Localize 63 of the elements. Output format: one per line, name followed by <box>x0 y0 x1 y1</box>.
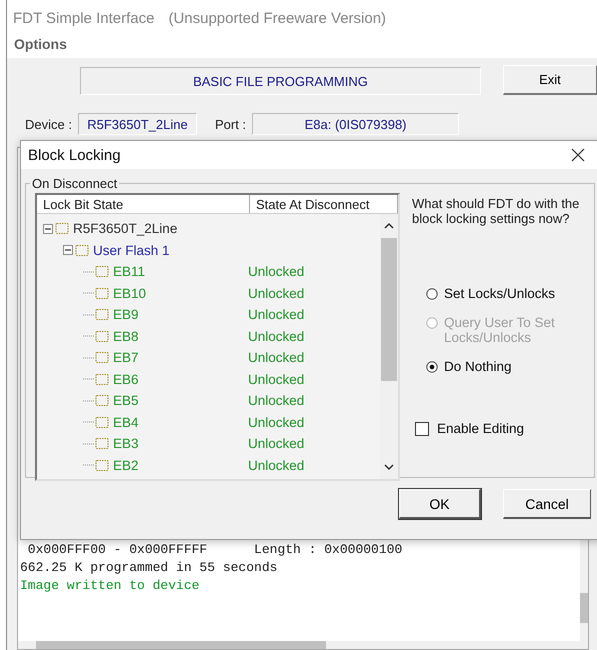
radio-option[interactable]: Do Nothing <box>426 359 576 374</box>
lock-state: Unlocked <box>248 286 304 301</box>
lock-state: Unlocked <box>248 436 304 452</box>
cancel-button[interactable]: Cancel <box>503 489 591 519</box>
menu-item[interactable]: Options <box>13 36 68 52</box>
tree-node-label[interactable]: EB3 <box>113 436 139 452</box>
tree-node-label[interactable]: R5F3650T_2Line <box>73 221 178 236</box>
device-field: R5F3650T_2Line <box>78 113 197 135</box>
scroll-up-icon[interactable] <box>384 222 394 230</box>
column-header[interactable]: Lock Bit State <box>37 195 250 213</box>
group-label: On Disconnect <box>31 176 118 191</box>
lock-state: Unlocked <box>248 393 304 408</box>
block-icon <box>95 265 109 278</box>
tree-node-label[interactable]: User Flash 1 <box>93 242 170 258</box>
mode-banner: BASIC FILE PROGRAMMING <box>80 67 481 95</box>
lock-state: Unlocked <box>248 372 304 387</box>
window-title: FDT Simple Interface <box>13 10 154 26</box>
exit-button[interactable]: Exit <box>502 65 597 95</box>
tree-node-label[interactable]: EB5 <box>113 393 139 408</box>
lock-state: Unlocked <box>248 458 304 473</box>
lock-state: Unlocked <box>248 350 304 366</box>
block-icon <box>95 416 109 429</box>
block-icon <box>75 244 89 257</box>
enable-editing-checkbox[interactable]: Enable Editing <box>415 421 592 436</box>
block-icon <box>95 286 109 300</box>
tree-node-label[interactable]: EB4 <box>113 414 139 430</box>
block-icon <box>95 330 109 343</box>
dialog-title: Block Locking <box>28 146 121 164</box>
block-icon <box>95 458 109 472</box>
block-icon <box>95 308 109 322</box>
block-icon <box>95 394 109 408</box>
port-field: E8a: (0IS079398) <box>252 113 460 135</box>
block-icon <box>55 222 69 236</box>
collapse-icon[interactable] <box>63 245 73 256</box>
tree-node-label[interactable]: EB6 <box>113 372 139 387</box>
lock-state: Unlocked <box>248 307 304 322</box>
tree-node-label[interactable]: EB2 <box>113 458 139 473</box>
lock-state: Unlocked <box>248 328 304 344</box>
radio-icon[interactable] <box>426 361 438 373</box>
radio-option[interactable]: Set Locks/Unlocks <box>426 286 576 301</box>
tree-node-label[interactable]: EB11 <box>113 264 146 280</box>
ok-button[interactable]: OK <box>399 489 481 519</box>
window-subtitle: (Unsupported Freeware Version) <box>168 10 386 26</box>
tree-node-label[interactable]: EB9 <box>113 307 139 322</box>
tree-node-label[interactable]: EB10 <box>113 286 146 301</box>
close-icon[interactable] <box>571 148 585 162</box>
collapse-icon[interactable] <box>43 224 53 234</box>
block-icon <box>95 437 109 450</box>
tree-node-label[interactable]: EB7 <box>113 350 139 366</box>
tree-node-label[interactable]: EB8 <box>113 328 139 344</box>
device-label: Device : <box>25 116 72 132</box>
lock-state: Unlocked <box>248 264 304 280</box>
port-label: Port : <box>214 116 246 132</box>
scroll-down-icon[interactable] <box>384 463 394 471</box>
block-icon <box>95 372 109 386</box>
block-icon <box>95 351 109 364</box>
column-header[interactable]: State At Disconnect <box>250 195 398 213</box>
radio-icon[interactable] <box>426 288 438 300</box>
lock-state: Unlocked <box>248 414 304 430</box>
log-line: 0x000FFF00 - 0x000FFFFF Length : 0x00000100 <box>26 541 404 559</box>
question-text: What should FDT do with the block locking settings now? <box>412 196 580 226</box>
log-line: Image written to device <box>20 577 200 595</box>
log-line: 662.25 K programmed in 55 seconds <box>20 559 278 577</box>
